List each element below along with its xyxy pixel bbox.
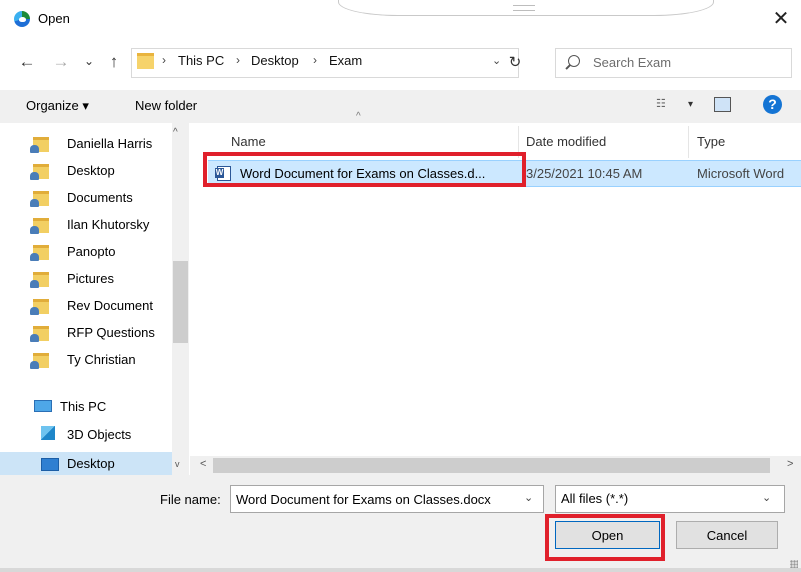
sidebar-item-label: Rev Document bbox=[67, 298, 153, 313]
breadcrumb-exam[interactable]: Exam bbox=[329, 53, 362, 68]
computer-icon bbox=[34, 400, 52, 412]
resize-grip-icon[interactable] bbox=[790, 560, 798, 568]
breadcrumb-desktop[interactable]: Desktop bbox=[251, 53, 299, 68]
preview-pane-icon[interactable] bbox=[714, 97, 731, 112]
file-type-cell: Microsoft Word bbox=[697, 166, 785, 181]
sidebar-item-ty-christian[interactable]: Ty Christian bbox=[0, 348, 172, 374]
help-icon[interactable]: ? bbox=[763, 95, 782, 114]
folder-icon bbox=[137, 53, 154, 69]
breadcrumb-this-pc[interactable]: This PC bbox=[178, 53, 224, 68]
scroll-up-arrow-icon[interactable]: ^ bbox=[173, 127, 178, 138]
sidebar-item-ilan-khutorsky[interactable]: Ilan Khutorsky bbox=[0, 213, 172, 239]
sidebar-item-desktop[interactable]: Desktop bbox=[0, 159, 172, 185]
user-folder-icon bbox=[30, 164, 49, 180]
3d-objects-icon bbox=[41, 426, 55, 440]
recent-locations-chevron-icon[interactable]: ⌄ bbox=[80, 52, 98, 70]
view-options-icon[interactable]: ☷ bbox=[656, 98, 669, 111]
sidebar-item-label: Documents bbox=[67, 190, 133, 205]
filter-chevron-icon[interactable]: ⌄ bbox=[762, 491, 771, 504]
column-header-name[interactable]: Name bbox=[231, 134, 266, 149]
breadcrumb-separator: › bbox=[162, 53, 166, 67]
scroll-down-arrow-icon[interactable]: v bbox=[175, 459, 180, 469]
file-name-value: Word Document for Exams on Classes.docx bbox=[236, 492, 491, 507]
user-folder-icon bbox=[30, 353, 49, 369]
file-date-cell: 3/25/2021 10:45 AM bbox=[526, 166, 643, 181]
desktop-icon bbox=[41, 458, 59, 471]
file-name-chevron-icon[interactable]: ⌄ bbox=[524, 491, 533, 504]
open-highlight-annotation bbox=[545, 514, 665, 561]
window-bottom-edge bbox=[0, 568, 801, 572]
user-folder-icon bbox=[30, 272, 49, 288]
file-name-label: File name: bbox=[160, 492, 221, 507]
search-input[interactable] bbox=[555, 48, 792, 78]
new-folder-button[interactable]: New folder bbox=[135, 98, 197, 113]
sidebar-item-label: RFP Questions bbox=[67, 325, 155, 340]
back-arrow-icon[interactable]: ← bbox=[18, 53, 36, 71]
user-folder-icon bbox=[30, 326, 49, 342]
sidebar-item-documents[interactable]: Documents bbox=[0, 186, 172, 212]
user-folder-icon bbox=[30, 137, 49, 153]
column-header-date-modified[interactable]: Date modified bbox=[526, 134, 606, 149]
sidebar-item-pictures[interactable]: Pictures bbox=[0, 267, 172, 293]
file-highlight-annotation bbox=[203, 152, 526, 187]
user-folder-icon bbox=[30, 191, 49, 207]
close-icon[interactable]: ✕ bbox=[770, 8, 792, 30]
search-icon bbox=[568, 55, 580, 67]
up-arrow-icon[interactable]: ↑ bbox=[105, 53, 123, 71]
sidebar-item-label: Ty Christian bbox=[67, 352, 136, 367]
user-folder-icon bbox=[30, 218, 49, 234]
grip-icon bbox=[513, 5, 535, 11]
column-divider[interactable] bbox=[688, 126, 689, 158]
sidebar-item-desktop-pc[interactable]: Desktop bbox=[67, 456, 115, 471]
sidebar-item-label: Pictures bbox=[67, 271, 114, 286]
window-title: Open bbox=[38, 11, 70, 26]
sidebar-item-rfp-questions[interactable]: RFP Questions bbox=[0, 321, 172, 347]
edge-icon bbox=[14, 11, 30, 27]
command-bar bbox=[0, 90, 801, 123]
file-type-filter-value: All files (*.*) bbox=[561, 491, 629, 506]
sidebar-item-panopto[interactable]: Panopto bbox=[0, 240, 172, 266]
breadcrumb-separator: › bbox=[236, 53, 240, 67]
horizontal-scroll-thumb[interactable] bbox=[213, 458, 770, 473]
sidebar-item-3d-objects[interactable]: 3D Objects bbox=[67, 427, 131, 442]
sidebar-item-label: Daniella Harris bbox=[67, 136, 153, 151]
column-header-type[interactable]: Type bbox=[697, 134, 725, 149]
sidebar-item-label: Ilan Khutorsky bbox=[67, 217, 150, 232]
sidebar-item-label: Panopto bbox=[67, 244, 116, 259]
sidebar-item-this-pc[interactable]: This PC bbox=[60, 399, 106, 414]
nav-scroll-thumb[interactable] bbox=[173, 261, 188, 343]
scroll-left-arrow-icon[interactable]: < bbox=[200, 458, 206, 470]
sidebar-item-label: Desktop bbox=[67, 163, 115, 178]
organize-button[interactable]: Organize ▾ bbox=[26, 98, 89, 114]
forward-arrow-icon[interactable]: → bbox=[52, 53, 70, 71]
cancel-button-label: Cancel bbox=[706, 528, 748, 543]
refresh-icon[interactable]: ↻ bbox=[500, 48, 530, 78]
sidebar-item-rev-document[interactable]: Rev Document bbox=[0, 294, 172, 320]
user-folder-icon bbox=[30, 245, 49, 261]
scroll-right-arrow-icon[interactable]: > bbox=[787, 458, 793, 470]
sort-indicator-icon: ^ bbox=[356, 111, 361, 122]
view-options-chevron-icon[interactable]: ▾ bbox=[688, 99, 693, 110]
search-placeholder: Search Exam bbox=[593, 55, 672, 70]
breadcrumb-separator: › bbox=[313, 53, 317, 67]
user-folder-icon bbox=[30, 299, 49, 315]
sidebar-item-daniella-harris[interactable]: Daniella Harris bbox=[0, 132, 172, 158]
